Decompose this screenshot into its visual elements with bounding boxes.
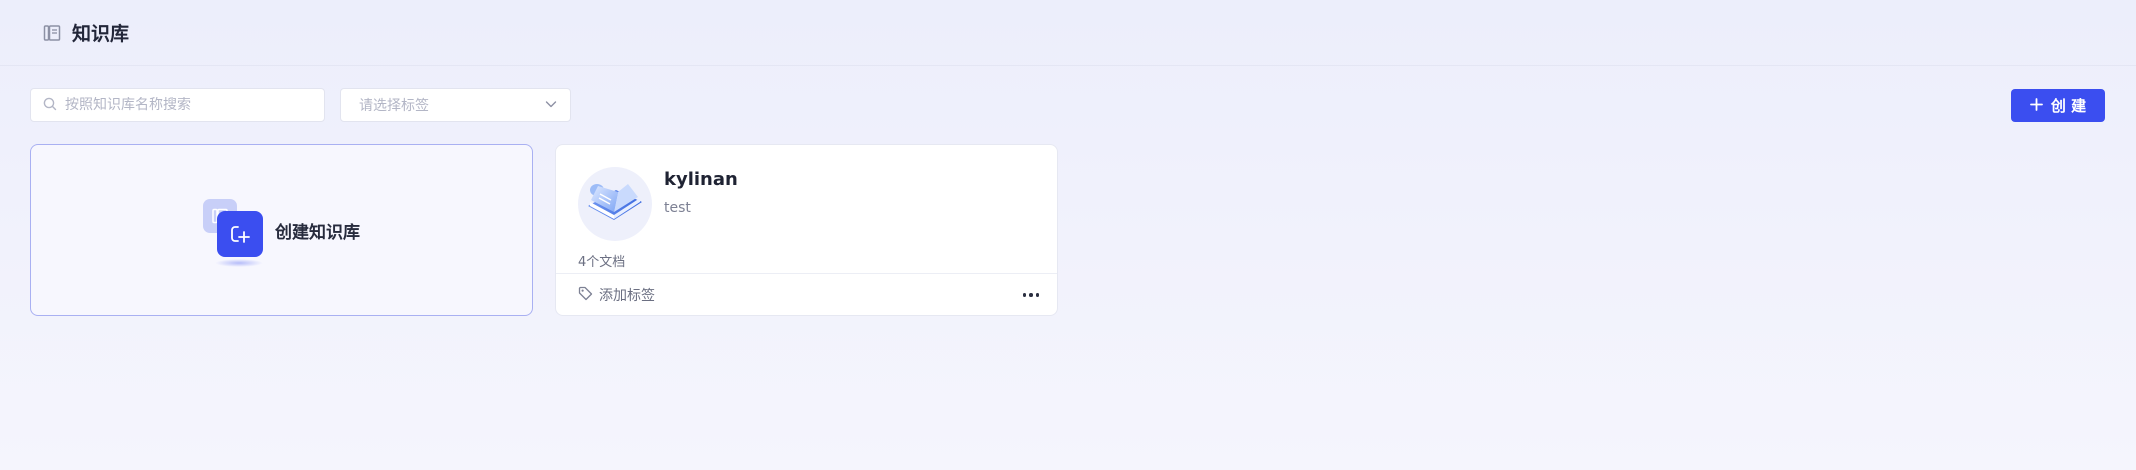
plus-icon xyxy=(2029,97,2043,115)
tag-icon xyxy=(578,286,593,305)
knowledge-base-name: kylinan xyxy=(664,169,738,190)
knowledge-base-card[interactable]: kylinan test 4个文档 添加标签 xyxy=(555,144,1058,316)
search-input[interactable] xyxy=(65,97,324,113)
create-button-label: 创 建 xyxy=(2050,97,2087,115)
search-box[interactable] xyxy=(30,88,325,122)
search-icon xyxy=(43,96,57,115)
chevron-down-icon xyxy=(544,96,558,115)
create-knowledge-base-card[interactable]: 创建知识库 xyxy=(30,144,533,316)
add-tag-label: 添加标签 xyxy=(599,288,655,304)
knowledge-base-page: 知识库 请选择标签 创 建 xyxy=(0,0,2136,470)
knowledge-base-avatar xyxy=(578,167,652,241)
more-options-icon[interactable] xyxy=(1019,289,1044,301)
page-header: 知识库 xyxy=(0,0,2136,66)
create-button[interactable]: 创 建 xyxy=(2011,89,2105,122)
add-knowledge-base-icon xyxy=(203,199,265,267)
page-title: 知识库 xyxy=(72,23,130,45)
document-count: 4个文档 xyxy=(578,255,626,270)
open-book-icon xyxy=(588,184,642,220)
book-icon xyxy=(42,23,62,43)
icon-shadow xyxy=(215,259,263,267)
add-icon xyxy=(217,211,263,257)
create-knowledge-base-label: 创建知识库 xyxy=(275,222,360,243)
tag-select[interactable]: 请选择标签 xyxy=(340,88,571,122)
tag-select-placeholder: 请选择标签 xyxy=(359,98,429,114)
knowledge-base-description: test xyxy=(664,200,691,216)
add-tag-button[interactable]: 添加标签 xyxy=(578,285,655,305)
knowledge-base-card-footer: 添加标签 xyxy=(556,273,1057,316)
